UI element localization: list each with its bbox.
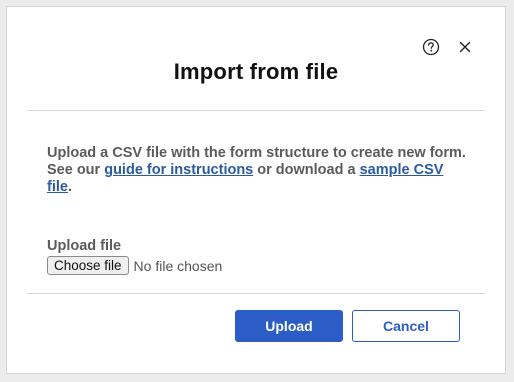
footer-divider	[27, 293, 485, 294]
file-status: No file chosen	[133, 257, 223, 274]
description-text-2: or download a	[253, 162, 360, 178]
description-text-3: .	[67, 179, 72, 195]
cancel-button[interactable]: Cancel	[352, 310, 460, 342]
header-divider	[27, 110, 485, 111]
dialog-title: Import from file	[173, 59, 339, 84]
dialog-description: Upload a CSV file with the form structur…	[47, 145, 467, 196]
dialog-header-actions	[421, 37, 475, 57]
upload-file-label: Upload file	[47, 238, 122, 254]
upload-button[interactable]: Upload	[235, 310, 343, 342]
choose-file-button[interactable]: Choose file	[47, 256, 129, 275]
guide-link[interactable]: guide for instructions	[104, 162, 253, 178]
help-icon[interactable]	[421, 37, 441, 57]
file-input: Choose file No file chosen	[47, 256, 222, 275]
import-dialog: Import from file Upload a CSV file with …	[6, 6, 506, 374]
close-icon[interactable]	[455, 37, 475, 57]
